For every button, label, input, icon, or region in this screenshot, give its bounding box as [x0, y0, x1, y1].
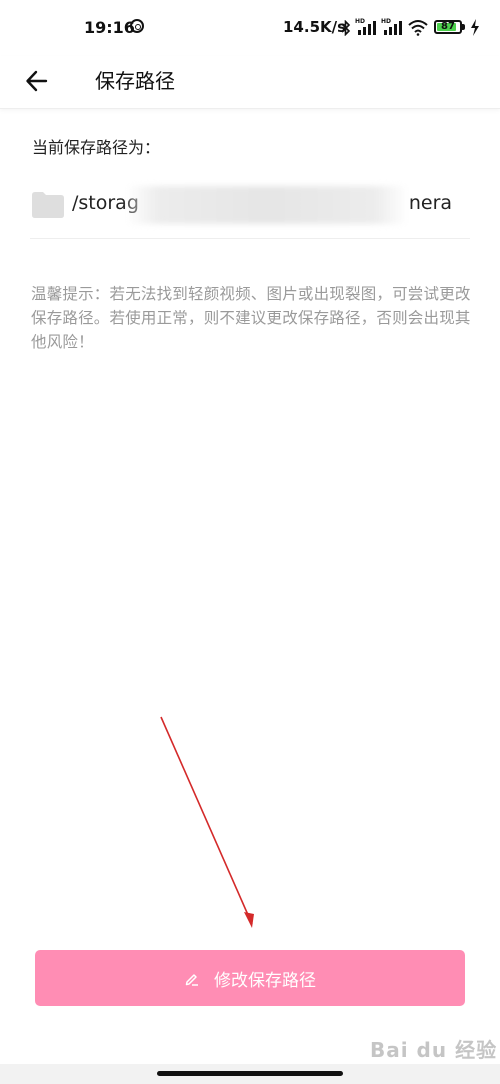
save-path-end: nera	[408, 192, 453, 214]
redacted-path-blur	[126, 186, 408, 224]
status-time: 19:16	[84, 18, 135, 37]
signal-hd-icon: HD	[355, 18, 376, 35]
system-nav-bar	[0, 1064, 500, 1084]
section-label: 当前保存路径为：	[32, 138, 161, 157]
folder-icon	[32, 192, 64, 218]
page-title: 保存路径	[95, 69, 175, 93]
battery-cap	[462, 24, 465, 30]
watermark: Bai du 经验	[370, 1038, 498, 1062]
network-speed: 14.5K/s	[283, 18, 347, 36]
battery-level: 87	[441, 21, 455, 32]
arrow-left-icon[interactable]	[24, 68, 50, 94]
save-path-row: /storag nera	[30, 172, 470, 239]
signal-hd-icon: HD	[381, 18, 402, 35]
wifi-icon	[408, 20, 428, 36]
modify-save-path-label: 修改保存路径	[214, 970, 316, 991]
pencil-icon	[185, 974, 198, 986]
modify-save-path-button[interactable]: 修改保存路径	[35, 950, 465, 1006]
app-header: 保存路径	[0, 56, 500, 109]
sync-icon	[130, 19, 144, 33]
status-bar: 19:16 14.5K/s HD HD 87	[0, 0, 500, 56]
bluetooth-icon	[341, 20, 351, 36]
warning-tip: 温馨提示：若无法找到轻颜视频、图片或出现裂图，可尝试更改保存路径。若使用正常，则…	[31, 285, 471, 351]
svg-text:HD: HD	[381, 18, 391, 25]
annotation-arrow	[160, 716, 254, 928]
charging-icon	[471, 19, 479, 36]
svg-text:HD: HD	[355, 18, 365, 25]
home-indicator[interactable]	[157, 1071, 343, 1076]
